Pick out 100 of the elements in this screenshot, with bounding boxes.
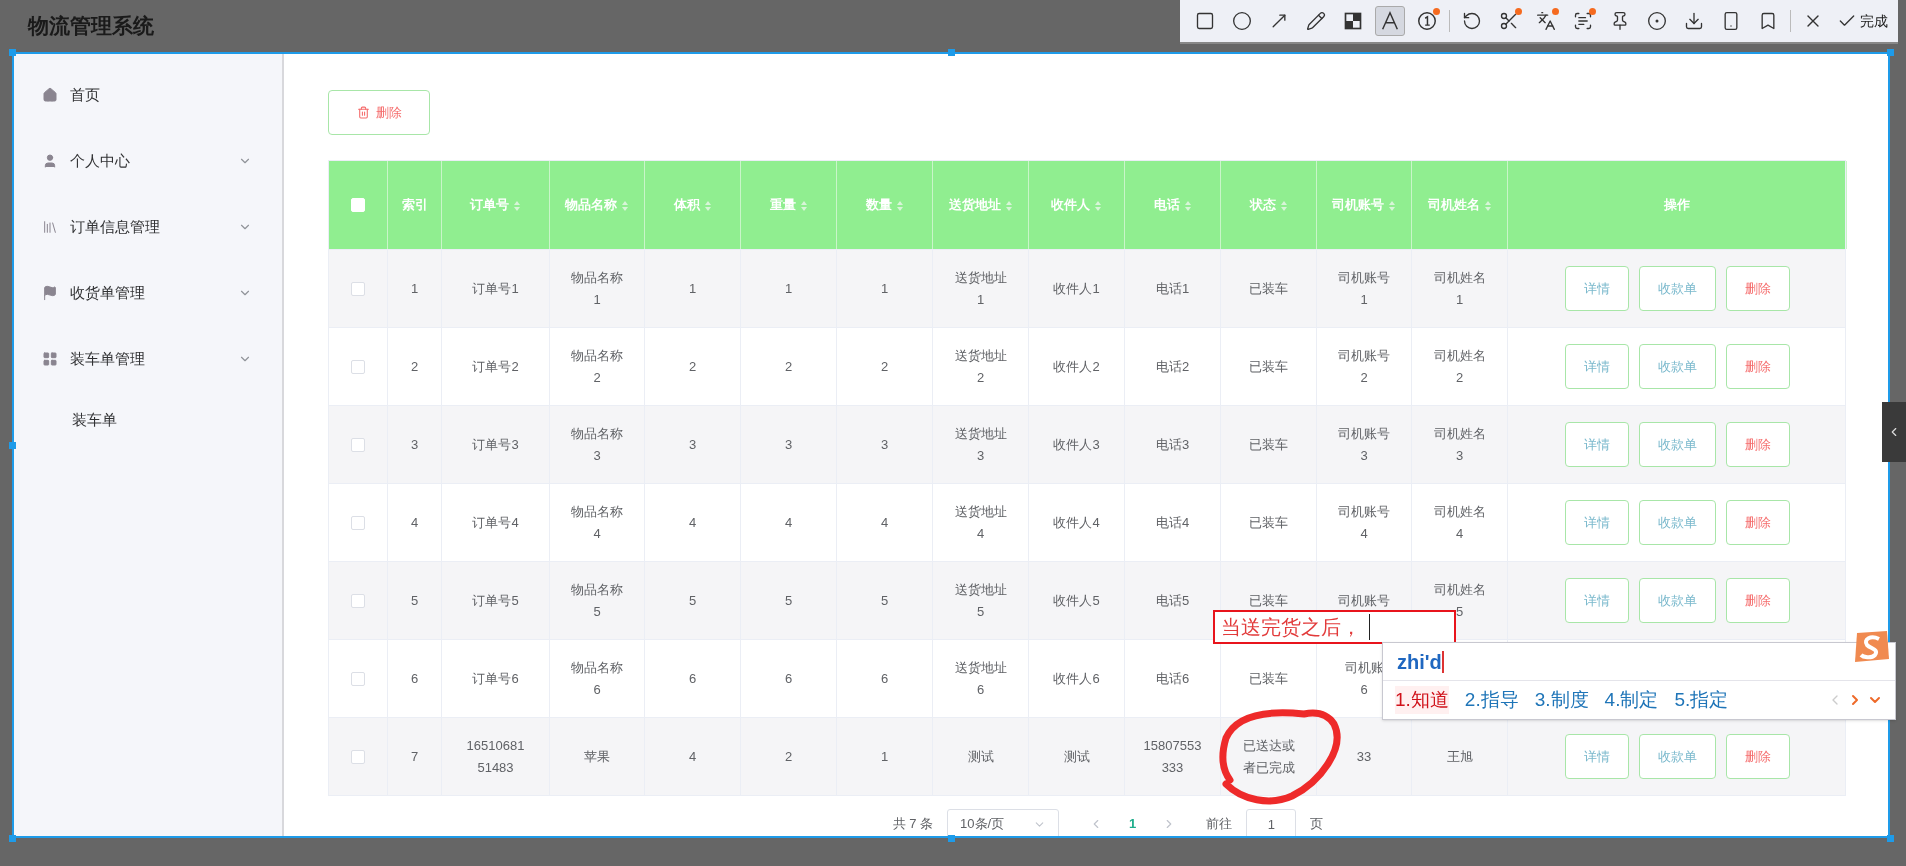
sidebar-item[interactable]: 装车单管理 bbox=[14, 326, 282, 392]
app-title: 物流管理系统 bbox=[28, 13, 154, 40]
goto-page-field[interactable]: 1 bbox=[1246, 809, 1297, 836]
sort-icon[interactable] bbox=[799, 199, 808, 212]
sidebar-item[interactable]: 首页 bbox=[14, 62, 282, 128]
table-cell-text: 1 bbox=[688, 279, 697, 298]
resize-handle[interactable] bbox=[1887, 49, 1894, 56]
circle-icon bbox=[1232, 11, 1252, 31]
table-cell-text: 司机账 6 bbox=[1344, 658, 1384, 699]
checkbox[interactable] bbox=[351, 515, 365, 530]
table-cell-text: 送货地址3 bbox=[953, 424, 1008, 465]
table-cell-text: 送货地址4 bbox=[953, 502, 1008, 543]
delete-button[interactable]: 删除 bbox=[328, 90, 430, 135]
mosaic-icon bbox=[1343, 11, 1363, 31]
row-action-button[interactable]: 收款单 bbox=[1639, 734, 1716, 779]
resize-handle[interactable] bbox=[948, 49, 955, 56]
row-action-button[interactable]: 收款单 bbox=[1639, 578, 1716, 623]
table-cell-text: 1 bbox=[784, 279, 793, 298]
user-icon bbox=[42, 153, 58, 169]
text-cursor bbox=[1369, 614, 1370, 640]
resize-handle[interactable] bbox=[9, 442, 16, 449]
done-button[interactable]: 完成 bbox=[1837, 10, 1888, 32]
table-cell-text: 7 bbox=[410, 747, 419, 766]
row-action-button[interactable]: 详情 bbox=[1565, 422, 1629, 467]
goto-label: 前往 bbox=[1206, 815, 1233, 834]
checkbox[interactable] bbox=[351, 359, 365, 374]
row-action-button[interactable]: 详情 bbox=[1565, 266, 1629, 311]
row-action-button[interactable]: 收款单 bbox=[1639, 500, 1716, 545]
table-cell-text: 已装车 bbox=[1249, 357, 1288, 376]
sort-icon[interactable] bbox=[703, 199, 712, 212]
sort-icon[interactable] bbox=[895, 199, 904, 212]
sidebar-item[interactable]: 个人中心 bbox=[14, 128, 282, 194]
rectangle-icon bbox=[1195, 11, 1215, 31]
table-cell-text: 司机姓名2 bbox=[1432, 346, 1487, 387]
table-cell-text: 物品名称4 bbox=[570, 502, 624, 543]
sort-icon[interactable] bbox=[1094, 199, 1102, 212]
row-action-button[interactable]: 详情 bbox=[1565, 734, 1629, 779]
table-cell-text: 司机账号3 bbox=[1337, 424, 1391, 465]
table-cell-text: 1651068151483 bbox=[466, 736, 525, 777]
sidebar-item[interactable]: 订单信息管理 bbox=[14, 194, 282, 260]
table-cell-text: 已装车 bbox=[1249, 279, 1288, 298]
table-cell-text: 送货地址5 bbox=[953, 580, 1008, 621]
row-action-button[interactable]: 详情 bbox=[1565, 344, 1629, 389]
ime-candidate[interactable]: 1.知道 bbox=[1395, 685, 1449, 715]
checkbox[interactable] bbox=[351, 281, 365, 296]
row-action-button[interactable]: 删除 bbox=[1726, 734, 1790, 779]
sort-icon[interactable] bbox=[621, 199, 629, 212]
row-action-button[interactable]: 收款单 bbox=[1639, 344, 1716, 389]
sort-icon[interactable] bbox=[1004, 199, 1013, 212]
side-panel-toggle[interactable] bbox=[1882, 402, 1906, 462]
row-action-button[interactable]: 详情 bbox=[1565, 578, 1629, 623]
table-cell-text: 测试 bbox=[967, 747, 994, 766]
table-cell-text: 物品名称2 bbox=[570, 346, 624, 387]
table-cell-text: 订单号6 bbox=[472, 669, 519, 688]
table-cell-text: 测试 bbox=[1063, 747, 1090, 766]
table-cell-text: 已装车 bbox=[1249, 513, 1288, 532]
sidebar-subitem[interactable]: 装车单 bbox=[14, 392, 282, 448]
sort-icon[interactable] bbox=[1183, 199, 1192, 212]
table-cell-text: 订单号2 bbox=[472, 357, 519, 376]
table-cell-text: 司机账号4 bbox=[1337, 502, 1391, 543]
resize-handle[interactable] bbox=[9, 835, 16, 842]
table-cell-text: 司机姓名3 bbox=[1432, 424, 1487, 465]
table-cell-text: 2 bbox=[880, 357, 889, 376]
resize-handle[interactable] bbox=[948, 835, 955, 842]
table-cell-text: 送货地址1 bbox=[953, 268, 1008, 309]
sort-icon[interactable] bbox=[513, 199, 521, 212]
table-cell-text: 订单号5 bbox=[472, 591, 519, 610]
row-action-button[interactable]: 删除 bbox=[1726, 344, 1790, 389]
row-action-button[interactable]: 收款单 bbox=[1639, 266, 1716, 311]
checkbox[interactable] bbox=[351, 593, 365, 608]
checkbox[interactable] bbox=[351, 437, 365, 452]
sidebar-item[interactable]: 收货单管理 bbox=[14, 260, 282, 326]
table-cell-text: 5 bbox=[784, 591, 793, 610]
table-cell-text: 4 bbox=[410, 513, 419, 532]
scan-text-icon bbox=[1573, 11, 1593, 31]
page-number[interactable]: 1 bbox=[1117, 814, 1149, 834]
sort-icon[interactable] bbox=[1279, 199, 1288, 212]
checkbox[interactable] bbox=[351, 671, 365, 686]
table-cell-text: 已送达或者已完成 bbox=[1241, 736, 1296, 777]
translate-icon bbox=[1536, 11, 1556, 31]
sort-icon[interactable] bbox=[1388, 199, 1396, 212]
table-cell-text: 司机账号1 bbox=[1337, 268, 1391, 309]
text-tool-tool[interactable] bbox=[1375, 6, 1405, 36]
table-cell-text: 3 bbox=[784, 435, 793, 454]
row-action-button[interactable]: 收款单 bbox=[1639, 422, 1716, 467]
table-cell-text: 1 bbox=[410, 279, 419, 298]
resize-handle[interactable] bbox=[1887, 835, 1894, 842]
checkbox[interactable] bbox=[351, 749, 365, 764]
table-cell-text: 15807553333 bbox=[1143, 736, 1202, 777]
table-cell-text: 33 bbox=[1356, 747, 1372, 766]
grid-icon bbox=[42, 351, 58, 367]
table-cell-text: 物品名称3 bbox=[570, 424, 624, 465]
sort-icon[interactable] bbox=[1483, 199, 1492, 212]
resize-handle[interactable] bbox=[9, 49, 16, 56]
row-action-button[interactable]: 删除 bbox=[1726, 266, 1790, 311]
row-action-button[interactable]: 删除 bbox=[1726, 500, 1790, 545]
row-action-button[interactable]: 详情 bbox=[1565, 500, 1629, 545]
row-action-button[interactable]: 删除 bbox=[1726, 578, 1790, 623]
page-suffix: 页 bbox=[1310, 815, 1324, 834]
row-action-button[interactable]: 删除 bbox=[1726, 422, 1790, 467]
